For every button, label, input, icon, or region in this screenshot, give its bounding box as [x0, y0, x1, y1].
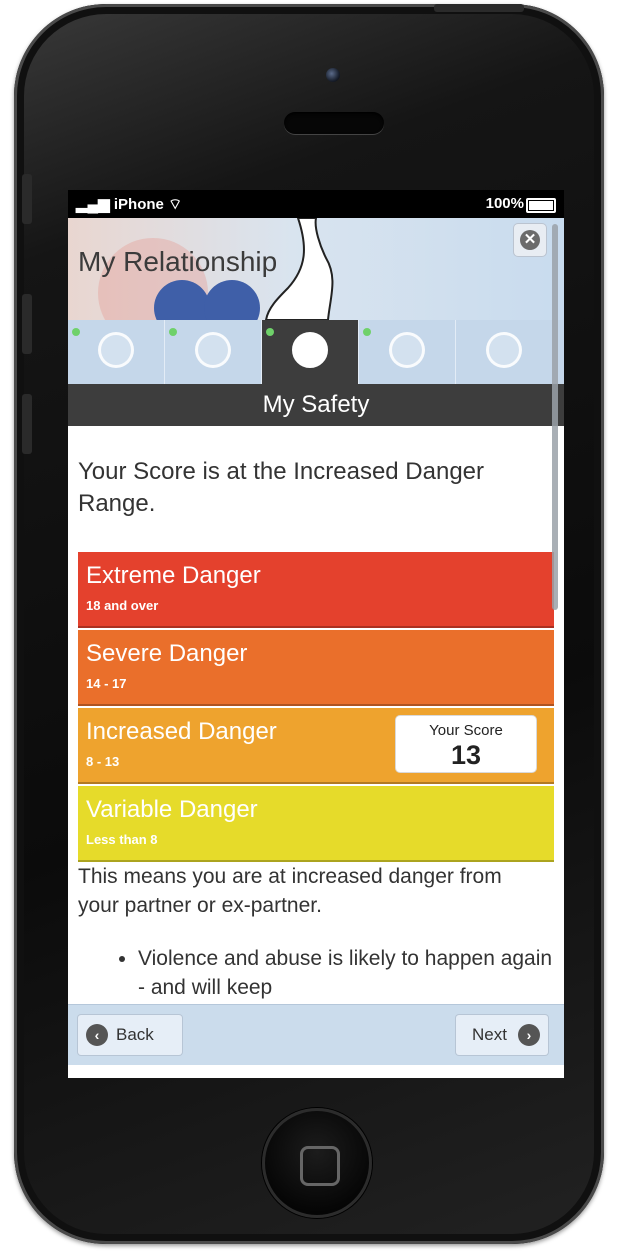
- danger-level-severe: Severe Danger 14 - 17: [78, 630, 554, 706]
- score-label: Your Score: [429, 722, 503, 739]
- danger-level-range: 18 and over: [86, 598, 159, 613]
- tab-menu[interactable]: [456, 320, 552, 384]
- danger-level-extreme: Extreme Danger 18 and over: [78, 552, 554, 628]
- exchange-arrows-icon: [389, 332, 425, 368]
- danger-level-name: Increased Danger: [86, 718, 277, 745]
- chevron-right-icon: ›: [518, 1024, 540, 1046]
- battery-percent: 100%: [485, 195, 524, 212]
- tab-search[interactable]: [68, 320, 165, 384]
- danger-level-range: 8 - 13: [86, 754, 120, 769]
- menu-list-icon: [486, 332, 522, 368]
- danger-level-name: Severe Danger: [86, 640, 248, 667]
- close-icon: ✕: [520, 230, 540, 250]
- score-box: Your Score 13: [396, 716, 536, 772]
- earpiece-speaker: [284, 112, 384, 134]
- status-dot: [363, 328, 371, 336]
- tab-exchange[interactable]: [359, 320, 456, 384]
- scrollbar[interactable]: [552, 224, 558, 610]
- app-header: My Relationship ✕: [68, 218, 564, 320]
- close-button[interactable]: ✕: [514, 224, 546, 256]
- tab-home[interactable]: [262, 320, 359, 384]
- score-description: This means you are at increased danger f…: [78, 865, 502, 917]
- camera-icon: [326, 68, 340, 82]
- status-dot: [72, 328, 80, 336]
- chevron-left-icon: ‹: [86, 1024, 108, 1046]
- back-button[interactable]: ‹ Back: [78, 1015, 182, 1055]
- danger-level-name: Extreme Danger: [86, 562, 261, 589]
- back-label: Back: [116, 1025, 154, 1044]
- bullet-list: Violence and abuse is likely to happen a…: [112, 944, 558, 1002]
- home-square-icon: [300, 1146, 340, 1186]
- power-button: [434, 4, 524, 12]
- mute-switch: [22, 174, 32, 224]
- house-icon: [292, 332, 328, 368]
- search-icon: [98, 332, 134, 368]
- volume-down-button: [22, 394, 32, 454]
- volume-up-button: [22, 294, 32, 354]
- danger-level-range: Less than 8: [86, 832, 158, 847]
- score-value: 13: [450, 740, 482, 770]
- next-button[interactable]: Next ›: [456, 1015, 548, 1055]
- status-bar: ▂▄▆ iPhone ⌔ 100%: [68, 190, 564, 218]
- battery-icon: [526, 198, 556, 213]
- score-summary: Your Score is at the Increased Danger Ra…: [78, 458, 485, 517]
- carrier-label: ▂▄▆ iPhone ⌔: [76, 196, 183, 213]
- tab-people[interactable]: [165, 320, 262, 384]
- danger-level-name: Variable Danger: [86, 796, 258, 823]
- list-item: Violence and abuse is likely to happen a…: [138, 944, 558, 1002]
- status-dot: [266, 328, 274, 336]
- danger-level-range: 14 - 17: [86, 676, 127, 691]
- people-icon: [195, 332, 231, 368]
- app-screen: ▂▄▆ iPhone ⌔ 100% My Relationship ✕ My S…: [68, 190, 564, 1078]
- danger-level-increased: Increased Danger 8 - 13 Your Score 13: [78, 708, 554, 784]
- signal-icon: ▂▄▆: [76, 196, 114, 213]
- footer-nav: ‹ Back Next ›: [68, 1004, 564, 1065]
- tab-bar: [68, 320, 564, 384]
- content-area[interactable]: Your Score is at the Increased Danger Ra…: [68, 426, 564, 1004]
- page-title: My Relationship: [78, 246, 278, 277]
- wifi-icon: ⌔: [168, 196, 183, 213]
- section-title: My Safety: [68, 384, 564, 426]
- status-dot: [169, 328, 177, 336]
- next-label: Next: [472, 1025, 507, 1044]
- danger-level-variable: Variable Danger Less than 8: [78, 786, 554, 862]
